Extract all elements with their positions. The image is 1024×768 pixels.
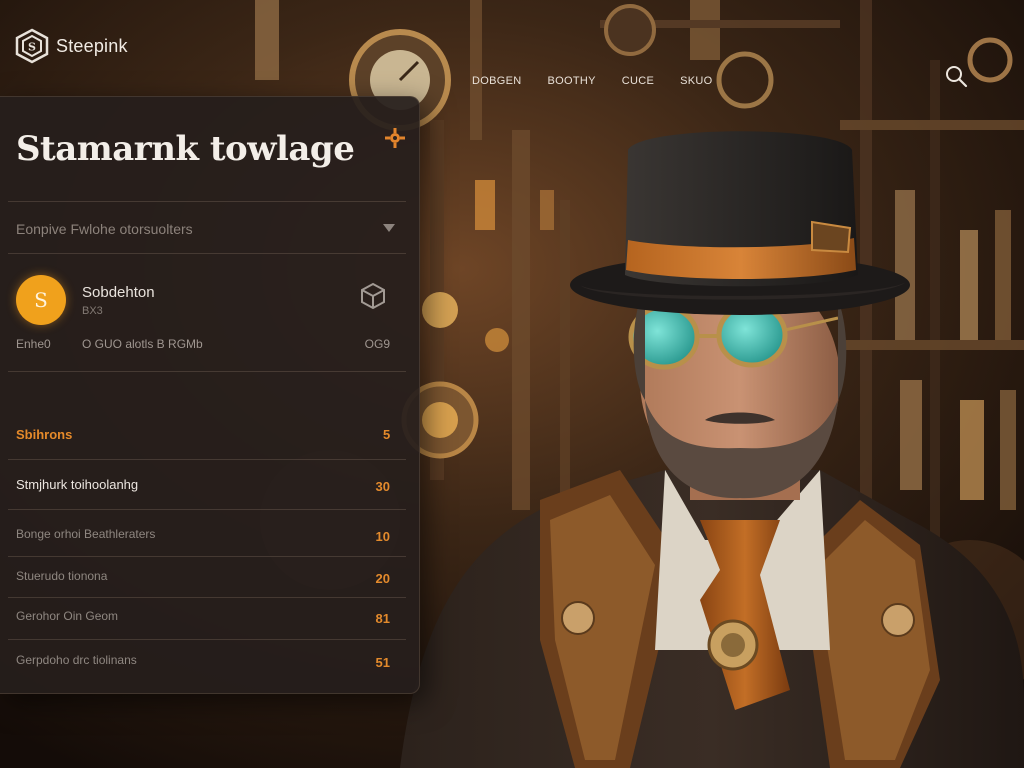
- steampunk-cube-logo-icon: S: [15, 28, 49, 64]
- section-count: 5: [383, 427, 391, 442]
- list-item-count: 20: [375, 571, 390, 586]
- list-item-label: Gerohor Oin Geom: [16, 609, 119, 623]
- divider: [8, 556, 406, 557]
- list-item[interactable]: Bonge orhoi Beathleraters 10: [16, 527, 390, 549]
- search-icon[interactable]: [944, 64, 968, 88]
- list-item[interactable]: Stmjhurk toihoolanhg 30: [16, 477, 390, 499]
- list-item[interactable]: Stuerudo tionona 20: [16, 569, 390, 591]
- stat-1: Enhe0: [16, 337, 51, 351]
- chevron-down-icon[interactable]: [382, 222, 396, 234]
- list-item-label: Stuerudo tionona: [16, 569, 108, 583]
- nav-link-4[interactable]: SKUO: [680, 75, 712, 87]
- list-item-label: Gerpdoho drc tiolinans: [16, 653, 137, 667]
- avatar-glyph: S: [34, 288, 48, 312]
- divider: [8, 639, 406, 640]
- cube-icon[interactable]: [358, 281, 388, 311]
- list-item[interactable]: Gerohor Oin Geom 81: [16, 609, 390, 631]
- list-item-label: Stmjhurk toihoolanhg: [16, 477, 139, 492]
- stat-2: O GUO alotls B RGMb: [82, 337, 203, 351]
- nav-link-3[interactable]: CUCE: [622, 75, 654, 87]
- divider: [8, 459, 406, 460]
- brand-logo[interactable]: S Steepink: [14, 28, 128, 64]
- divider: [8, 253, 406, 254]
- divider: [8, 371, 406, 372]
- divider: [8, 201, 406, 202]
- stat-3: OG9: [364, 337, 390, 351]
- avatar[interactable]: S: [16, 275, 66, 325]
- list-item-label: Bonge orhoi Beathleraters: [16, 527, 156, 541]
- nav-link-1[interactable]: DOBGEN: [472, 75, 521, 87]
- list-item-count: 81: [375, 611, 390, 626]
- section-title: Sbihrons: [16, 427, 73, 442]
- list-item-count: 51: [375, 655, 390, 670]
- top-navigation: DOBGEN BOOTHY CUCE SKUO: [472, 75, 712, 87]
- brand-name: Steepink: [56, 35, 128, 56]
- filter-select[interactable]: Eonpive Fwlohe otorsuolters: [16, 221, 193, 237]
- user-subtitle: BX3: [82, 305, 103, 317]
- side-panel: Stamarnk towlage Eonpive Fwlohe otorsuol…: [0, 96, 420, 694]
- list-item[interactable]: Gerpdoho drc tiolinans 51: [16, 653, 390, 675]
- nav-link-2[interactable]: BOOTHY: [547, 75, 595, 87]
- gear-icon[interactable]: [384, 127, 406, 149]
- divider: [8, 509, 406, 510]
- user-name: Sobdehton: [82, 284, 155, 301]
- svg-text:S: S: [28, 41, 36, 54]
- list-item-count: 10: [375, 529, 390, 544]
- panel-title: Stamarnk towlage: [16, 129, 355, 169]
- divider: [8, 597, 406, 598]
- list-item-count: 30: [375, 479, 390, 494]
